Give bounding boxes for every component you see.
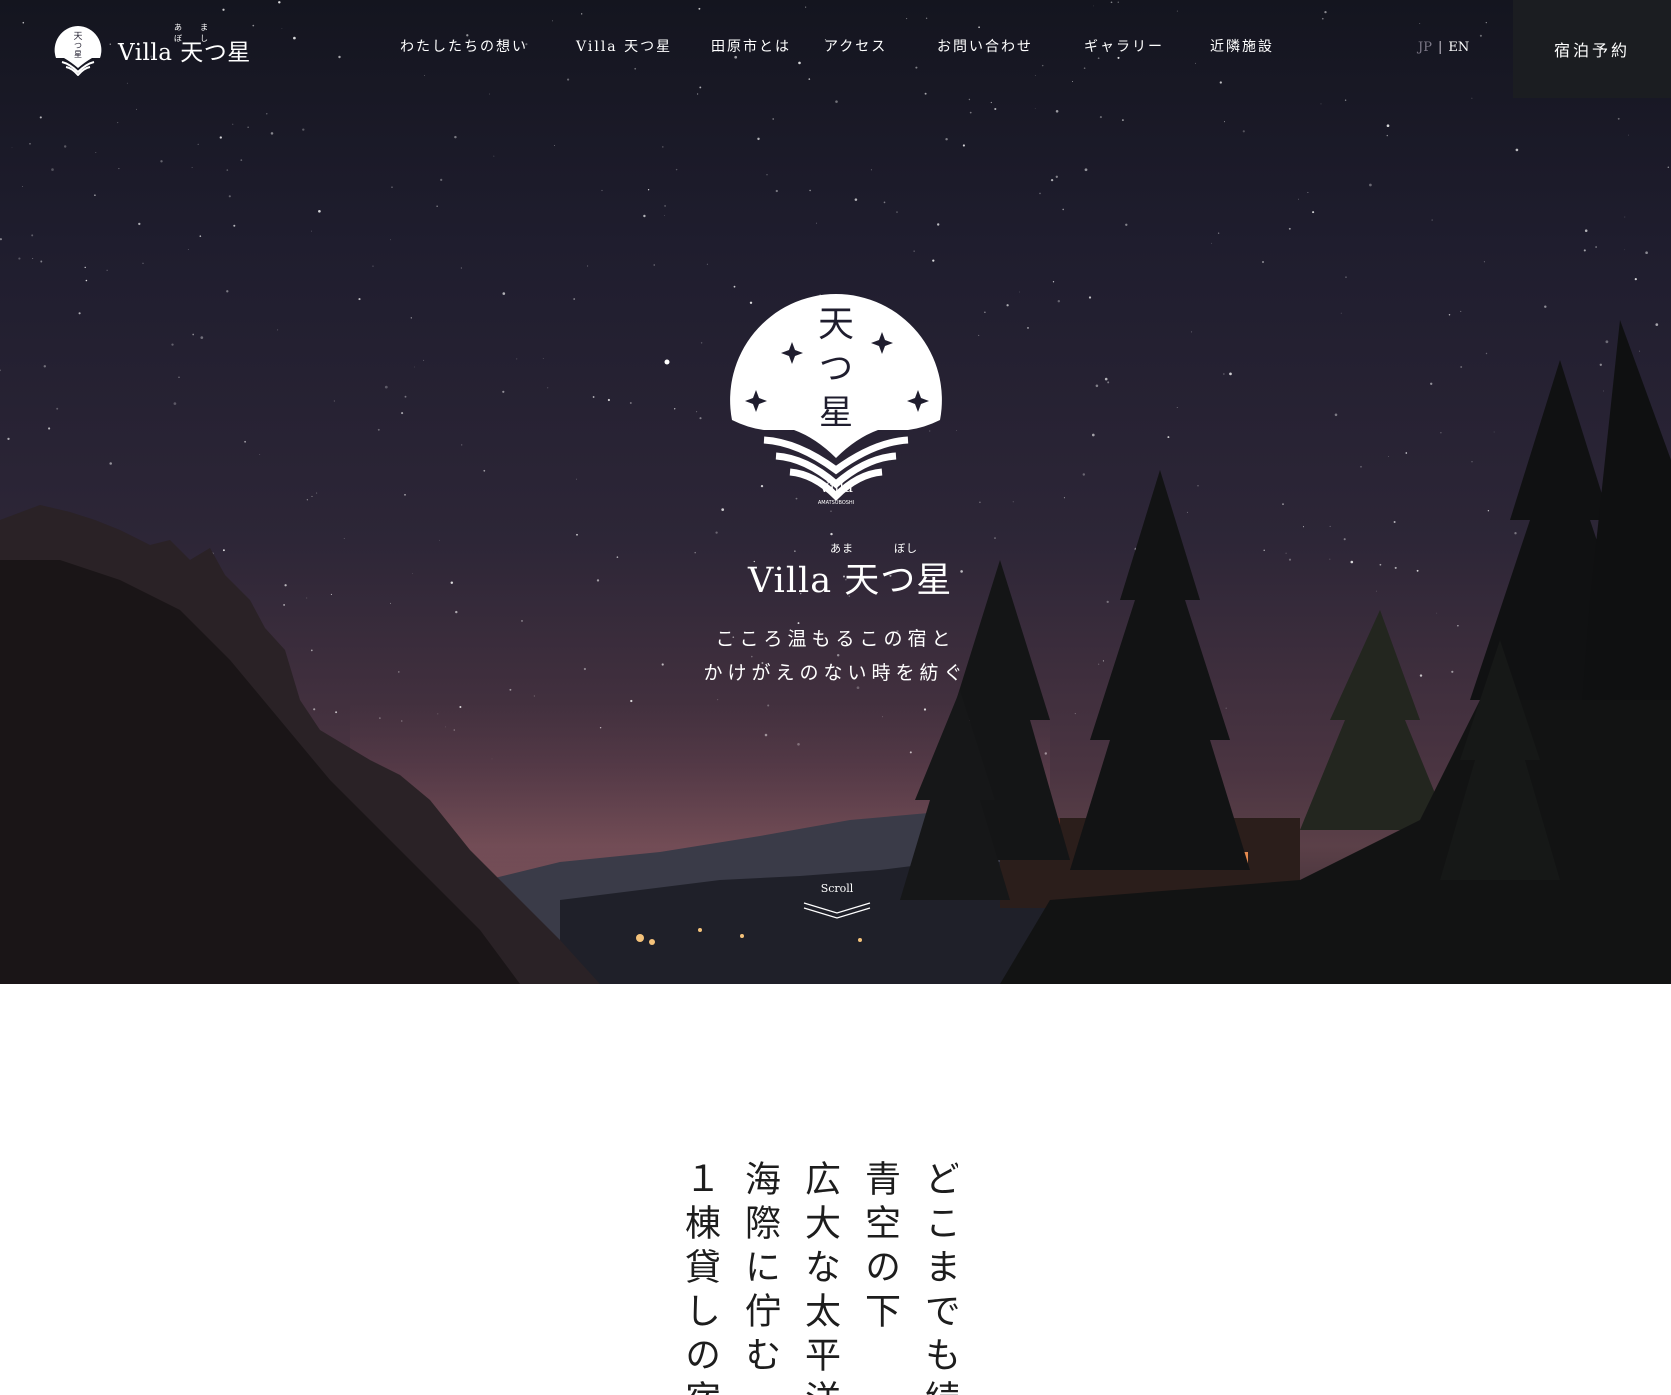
intro-line-5: １棟貸しの宿 bbox=[680, 1160, 720, 1395]
chevron-down-icon bbox=[803, 902, 871, 919]
hero-section: 天 つ 星 Villa 天つ星 あまぼし わたしたちの想い Villa 天つ星 … bbox=[0, 0, 1671, 984]
nav-item-our-thoughts[interactable]: わたしたちの想い bbox=[400, 36, 528, 56]
svg-text:Villa: Villa bbox=[818, 478, 853, 496]
scroll-label: Scroll bbox=[820, 882, 854, 895]
intro-line-3: 広大な太平洋 bbox=[799, 1160, 840, 1395]
scroll-indicator[interactable]: Scroll bbox=[787, 882, 887, 923]
intro-line-1: どこまでも続 bbox=[919, 1160, 958, 1395]
villa-amatsuboshi-emblem-icon: 天 つ 星 Villa AMATSUBOSHI bbox=[730, 294, 942, 506]
nav-item-gallery[interactable]: ギャラリー bbox=[1084, 36, 1164, 56]
language-switcher: JP | EN bbox=[1418, 40, 1469, 55]
hero-title: Villa 天つ星 あま ぼし bbox=[748, 542, 953, 601]
lang-separator: | bbox=[1437, 40, 1443, 55]
svg-text:AMATSUBOSHI: AMATSUBOSHI bbox=[818, 500, 854, 506]
nav-item-villa[interactable]: Villa 天つ星 bbox=[576, 36, 672, 56]
nav-item-nearby[interactable]: 近隣施設 bbox=[1210, 36, 1274, 56]
reserve-button[interactable]: 宿泊予約 bbox=[1513, 0, 1671, 98]
nav-item-tahara[interactable]: 田原市とは bbox=[711, 36, 791, 56]
intro-line-4: 海際に佇む bbox=[739, 1160, 780, 1380]
nav-item-contact[interactable]: お問い合わせ bbox=[937, 36, 1033, 56]
intro-line-2: 青空の下 bbox=[859, 1160, 900, 1336]
lang-jp[interactable]: JP bbox=[1418, 40, 1432, 55]
hero-tagline: こころ温もるこの宿と かけがえのない時を紡ぐ bbox=[703, 628, 968, 684]
svg-text:つ: つ bbox=[819, 349, 853, 389]
intro-vertical-text: どこまでも続 青空の下 広大な太平洋 海際に佇む １棟貸しの宿 bbox=[680, 1160, 958, 1395]
nav-item-access[interactable]: アクセス bbox=[824, 36, 887, 56]
lang-en[interactable]: EN bbox=[1448, 40, 1469, 55]
svg-text:星: 星 bbox=[819, 393, 853, 433]
svg-text:天: 天 bbox=[818, 304, 854, 345]
